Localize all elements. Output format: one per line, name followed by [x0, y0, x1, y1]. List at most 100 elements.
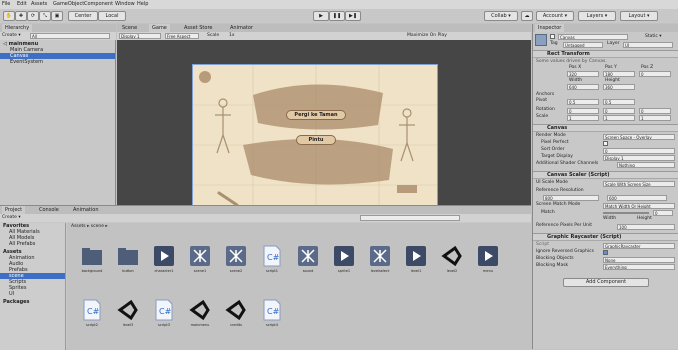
- sort-order-field[interactable]: 0: [603, 148, 675, 154]
- shader-channels-dropdown[interactable]: Nothing: [617, 162, 675, 168]
- asset-item[interactable]: sound: [293, 245, 323, 287]
- static-dropdown[interactable]: Static ▾: [645, 34, 662, 40]
- render-mode-dropdown[interactable]: Screen Space - Overlay: [603, 134, 675, 140]
- menu-gameobject[interactable]: GameObject: [53, 1, 84, 7]
- rect-transform-header[interactable]: Rect Transform: [533, 50, 678, 58]
- aspect-dropdown[interactable]: Free Aspect: [165, 33, 199, 39]
- active-checkbox[interactable]: [550, 34, 555, 40]
- tree-item[interactable]: UI: [0, 291, 65, 297]
- tree-packages[interactable]: Packages: [0, 299, 65, 305]
- scale-x-field[interactable]: 1: [567, 115, 599, 121]
- account-button[interactable]: Account ▾: [536, 11, 574, 21]
- pos-y-field[interactable]: 180: [603, 71, 635, 77]
- rotate-tool-icon[interactable]: ⟳: [27, 11, 39, 21]
- asset-item[interactable]: menu: [473, 245, 503, 287]
- target-display-dropdown[interactable]: Display 1: [603, 155, 675, 161]
- height-field[interactable]: 360: [603, 84, 635, 90]
- pivot-x-field[interactable]: 0.5: [567, 99, 599, 105]
- play-icon[interactable]: ▶: [313, 11, 329, 21]
- display-dropdown[interactable]: Display 1: [119, 33, 161, 39]
- asset-item[interactable]: button: [113, 245, 143, 287]
- scale-z-field[interactable]: 1: [639, 115, 671, 121]
- asset-item[interactable]: scene1: [185, 245, 215, 287]
- asset-item[interactable]: C# script4: [257, 299, 287, 341]
- menu-window[interactable]: Window: [115, 1, 135, 7]
- asset-item[interactable]: C# script3: [149, 299, 179, 341]
- rotation-x-field[interactable]: 0: [567, 108, 599, 114]
- layers-button[interactable]: Layers ▾: [578, 11, 616, 21]
- pos-z-field[interactable]: 0: [639, 71, 671, 77]
- layer-dropdown[interactable]: UI: [623, 42, 673, 48]
- asset-item[interactable]: character1: [149, 245, 179, 287]
- rect-tool-icon[interactable]: ▣: [51, 11, 63, 21]
- tab-asset-store[interactable]: Asset Store: [181, 24, 215, 32]
- width-field[interactable]: 640: [567, 84, 599, 90]
- tab-hierarchy[interactable]: Hierarchy: [2, 24, 33, 32]
- cloud-icon[interactable]: ☁: [521, 11, 533, 21]
- ref-ppu-field[interactable]: 100: [617, 224, 675, 230]
- pergi-button[interactable]: Pergi ke Taman: [286, 110, 346, 120]
- tab-project[interactable]: Project: [2, 206, 26, 214]
- tab-animator[interactable]: Animator: [227, 24, 256, 32]
- layout-button[interactable]: Layout ▾: [620, 11, 658, 21]
- asset-item[interactable]: level1: [401, 245, 431, 287]
- pos-x-field[interactable]: 320: [567, 71, 599, 77]
- asset-item[interactable]: C# script2: [77, 299, 107, 341]
- tab-inspector[interactable]: Inspector: [535, 24, 565, 32]
- menu-edit[interactable]: Edit: [17, 1, 27, 7]
- graphic-raycaster-header[interactable]: Graphic Raycaster (Script): [533, 233, 678, 241]
- asset-item[interactable]: levelselect: [365, 245, 395, 287]
- pintu-button[interactable]: Pintu: [296, 135, 336, 145]
- tab-console[interactable]: Console: [36, 206, 62, 214]
- asset-item[interactable]: scene2: [221, 245, 251, 287]
- project-create-dropdown[interactable]: Create ▾: [2, 215, 21, 220]
- hierarchy-search-input[interactable]: All: [30, 33, 110, 39]
- pivot-center-button[interactable]: Center: [68, 11, 98, 21]
- maximize-on-play-toggle[interactable]: Maximize On Play: [407, 33, 447, 39]
- object-name-input[interactable]: Canvas: [558, 34, 628, 40]
- pause-icon[interactable]: ❚❚: [329, 11, 345, 21]
- tab-animation[interactable]: Animation: [70, 206, 102, 214]
- add-component-button[interactable]: Add Component: [563, 278, 649, 287]
- canvas-component-header[interactable]: Canvas: [533, 124, 678, 132]
- rotation-z-field[interactable]: 0: [639, 108, 671, 114]
- scale-tool-icon[interactable]: ⤡: [39, 11, 51, 21]
- ref-res-x-field[interactable]: 800: [543, 195, 599, 201]
- canvas-scaler-header[interactable]: Canvas Scaler (Script): [533, 171, 678, 179]
- collab-button[interactable]: Collab ▾: [484, 11, 518, 21]
- ignore-reversed-checkbox[interactable]: [603, 250, 608, 256]
- pivot-local-button[interactable]: Local: [98, 11, 126, 21]
- asset-item[interactable]: credits: [221, 299, 251, 341]
- ref-res-y-field[interactable]: 600: [607, 195, 667, 201]
- ui-scale-mode-dropdown[interactable]: Scale With Screen Size: [603, 181, 675, 187]
- pivot-y-field[interactable]: 0.5: [603, 99, 635, 105]
- asset-item[interactable]: C# script1: [257, 245, 287, 287]
- menu-component[interactable]: Component: [84, 1, 113, 7]
- menu-file[interactable]: File: [2, 1, 10, 7]
- match-slider[interactable]: [603, 212, 649, 214]
- asset-item[interactable]: background: [77, 245, 107, 287]
- menu-help[interactable]: Help: [137, 1, 148, 7]
- hand-tool-icon[interactable]: ✋: [3, 11, 15, 21]
- asset-item[interactable]: level3: [113, 299, 143, 341]
- move-tool-icon[interactable]: ✚: [15, 11, 27, 21]
- asset-item[interactable]: mainmenu: [185, 299, 215, 341]
- rotation-y-field[interactable]: 0: [603, 108, 635, 114]
- tab-scene[interactable]: Scene: [119, 24, 140, 32]
- blocking-mask-dropdown[interactable]: Everything: [603, 264, 675, 270]
- scale-y-field[interactable]: 1: [603, 115, 635, 121]
- match-field[interactable]: 0: [653, 210, 673, 216]
- tag-dropdown[interactable]: Untagged: [563, 42, 603, 48]
- asset-item[interactable]: sprite1: [329, 245, 359, 287]
- step-icon[interactable]: ▶❚: [345, 11, 361, 21]
- menu-assets[interactable]: Assets: [31, 1, 47, 7]
- create-dropdown[interactable]: Create ▾: [2, 33, 21, 38]
- pixel-perfect-checkbox[interactable]: [603, 141, 608, 147]
- hierarchy-item-eventsystem[interactable]: EventSystem: [0, 59, 115, 65]
- tree-item[interactable]: All Prefabs: [0, 241, 65, 247]
- asset-item[interactable]: level2: [437, 245, 467, 287]
- project-search-input[interactable]: [360, 215, 460, 221]
- blocking-objects-dropdown[interactable]: None: [603, 257, 675, 263]
- tab-game[interactable]: Game: [149, 24, 170, 32]
- screen-match-mode-dropdown[interactable]: Match Width Or Height: [603, 203, 675, 209]
